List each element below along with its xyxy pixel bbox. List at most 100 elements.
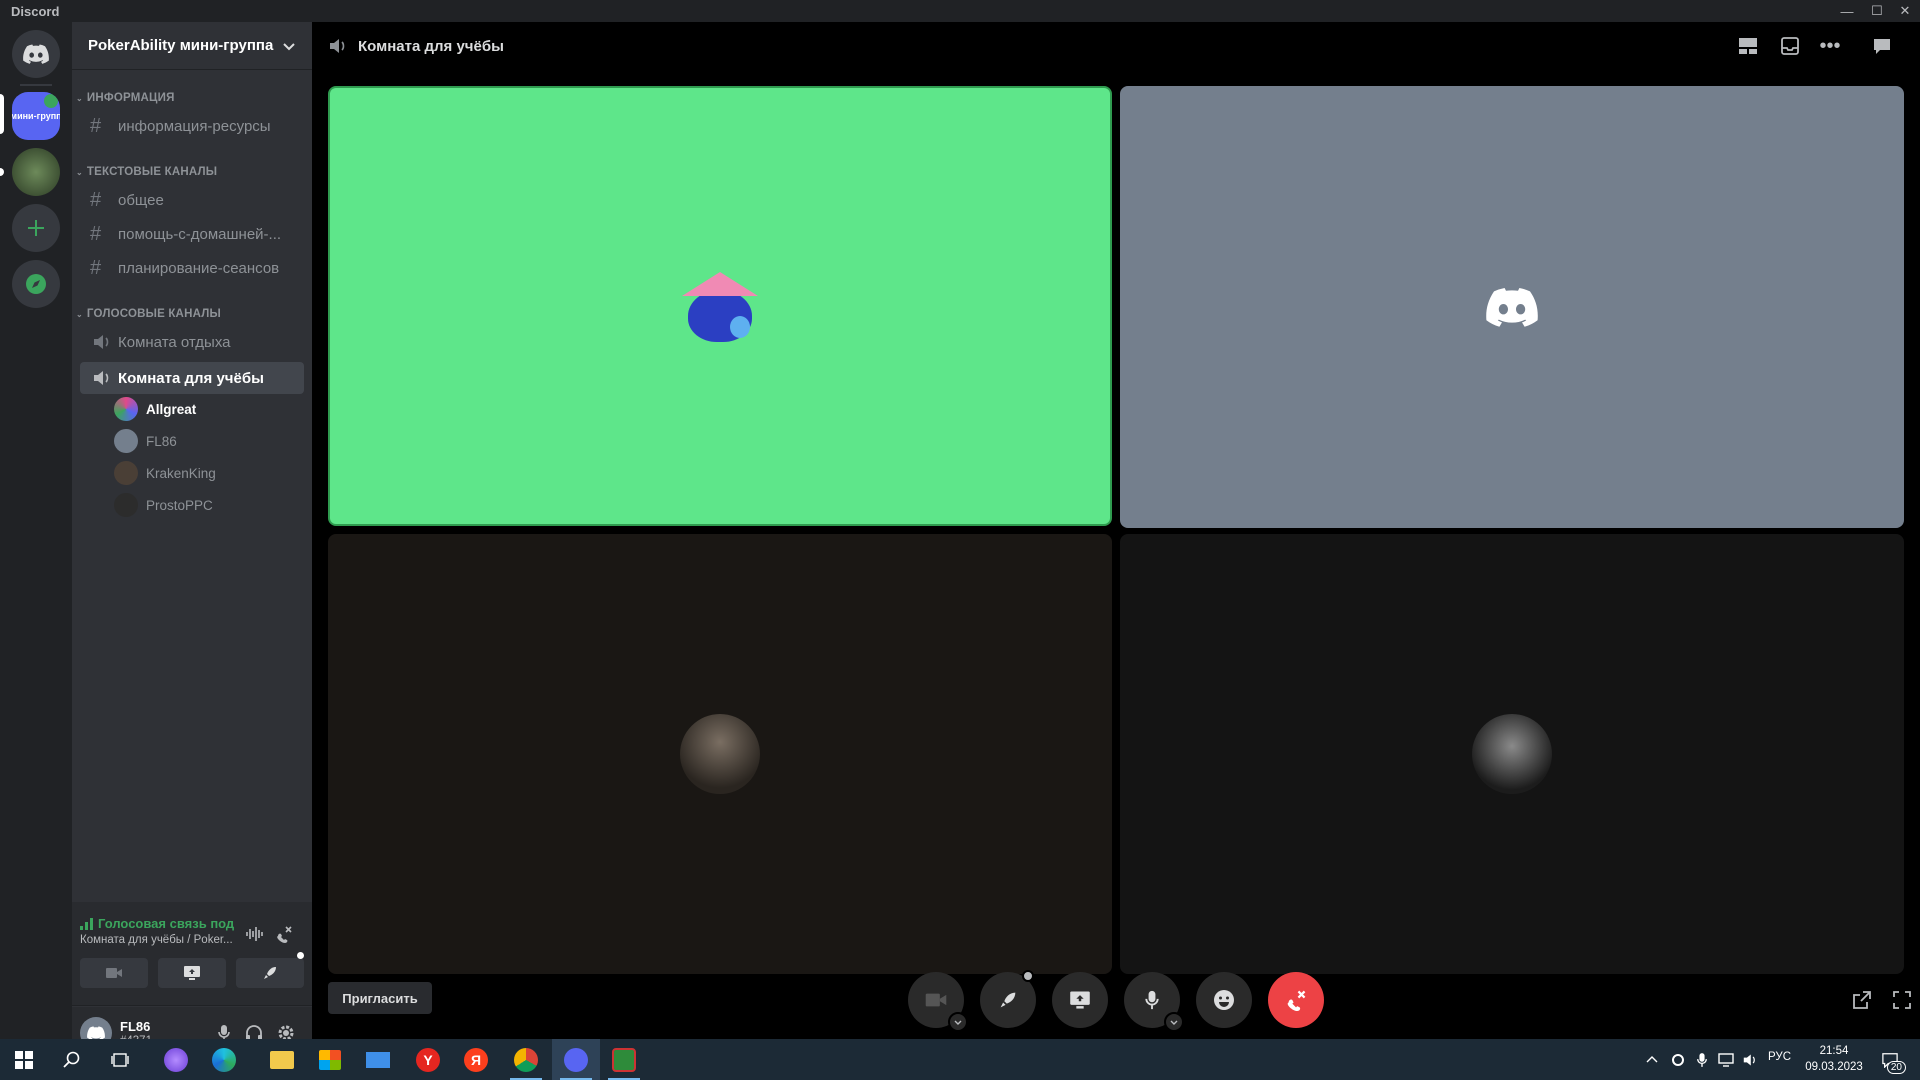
voice-status-text: Голосовая связь под — [98, 916, 235, 931]
home-button[interactable] — [12, 30, 60, 78]
video-tile-fl86[interactable] — [1120, 86, 1904, 528]
voice-user-fl86[interactable]: FL86 — [114, 428, 177, 454]
category-info[interactable]: ⌄ ИНФОРМАЦИЯ — [76, 90, 175, 106]
alice-app-icon[interactable] — [152, 1039, 200, 1080]
volume-icon — [1743, 1054, 1755, 1065]
video-tile-prostoppc[interactable] — [1120, 534, 1904, 974]
input-language-indicator[interactable]: РУС — [1768, 1051, 1791, 1063]
chevron-down-icon: ⌄ — [76, 309, 83, 319]
channel-label: помощь-с-домашней-... — [118, 225, 282, 243]
invite-button[interactable]: Пригласить — [328, 982, 432, 1014]
leave-call-button[interactable] — [1268, 972, 1324, 1028]
discord-app-icon[interactable] — [552, 1039, 600, 1080]
more-options-button[interactable]: ••• — [1818, 34, 1842, 58]
chevron-down-icon[interactable] — [948, 1012, 968, 1032]
voice-status[interactable]: Голосовая связь под — [80, 916, 234, 931]
tray-webcam-icon[interactable] — [1666, 1039, 1690, 1080]
inbox-button[interactable] — [1778, 34, 1802, 58]
minimize-button[interactable]: — — [1832, 0, 1862, 22]
speaker-icon — [94, 371, 109, 385]
tray-network-icon[interactable] — [1714, 1039, 1738, 1080]
chrome-icon — [514, 1047, 538, 1072]
channel-general[interactable]: # общее — [80, 184, 304, 216]
screen-share-icon — [184, 966, 200, 980]
mail-app-icon[interactable] — [354, 1039, 402, 1080]
noise-suppression-button[interactable] — [244, 924, 264, 944]
yandex-browser-app-icon[interactable]: Y — [404, 1039, 452, 1080]
video-tile-krakenking[interactable] — [328, 534, 1112, 974]
mute-toggle-button[interactable] — [1124, 972, 1184, 1032]
window-titlebar: Discord — ☐ ✕ — [0, 0, 1920, 22]
discord-logo-icon — [87, 1026, 105, 1040]
edge-icon — [212, 1047, 236, 1072]
guild-header[interactable]: PokerAbility мини-группа — [72, 22, 312, 70]
show-hidden-icons-button[interactable] — [1640, 1039, 1664, 1080]
add-server-button[interactable] — [12, 204, 60, 252]
activity-launch-button[interactable] — [980, 970, 1036, 1028]
start-button[interactable] — [0, 1039, 48, 1080]
channel-label: общее — [118, 191, 164, 209]
hash-icon: # — [90, 222, 102, 245]
voice-user-prostoppc[interactable]: ProstoPPC — [114, 492, 213, 518]
chrome-app-icon[interactable] — [502, 1039, 550, 1080]
screen-share-button[interactable] — [158, 958, 226, 988]
camera-toggle-button[interactable] — [908, 972, 968, 1032]
store-app-icon[interactable] — [306, 1039, 354, 1080]
share-screen-button[interactable] — [1052, 972, 1108, 1028]
channel-info-resources[interactable]: # информация-ресурсы — [80, 110, 304, 142]
category-text[interactable]: ⌄ ТЕКСТОВЫЕ КАНАЛЫ — [76, 164, 217, 180]
store-icon — [319, 1049, 341, 1070]
avatar — [1472, 714, 1552, 794]
voice-user-allgreat[interactable]: Allgreat — [114, 396, 196, 422]
voice-channel-lounge[interactable]: Комната отдыха — [80, 326, 304, 358]
disconnect-button[interactable] — [274, 924, 294, 944]
poker-app-icon[interactable] — [600, 1039, 648, 1080]
notification-dot — [297, 952, 304, 959]
activity-button[interactable] — [236, 952, 304, 988]
yandex-app-icon[interactable]: Я — [452, 1039, 500, 1080]
voice-user-name: ProstoPPC — [146, 497, 213, 513]
voice-user-krakenking[interactable]: KrakenKing — [114, 460, 216, 486]
ellipsis-icon: ••• — [1819, 35, 1841, 57]
maximize-button[interactable]: ☐ — [1862, 0, 1892, 22]
grid-layout-button[interactable] — [1736, 34, 1760, 58]
channel-label: Комната отдыха — [118, 333, 231, 351]
chevron-down-icon[interactable] — [1164, 1012, 1184, 1032]
camera-button[interactable] — [80, 958, 148, 988]
tray-volume-icon[interactable] — [1738, 1039, 1762, 1080]
channel-label: планирование-сеансов — [118, 259, 280, 277]
chat-toggle-button[interactable] — [1870, 34, 1894, 58]
server-mini-group[interactable]: мини-групп — [12, 92, 60, 140]
voice-channel-study-room[interactable]: Комната для учёбы — [80, 362, 304, 394]
video-tile-allgreat[interactable] — [328, 86, 1112, 526]
channel-session-planning[interactable]: # планирование-сеансов — [80, 252, 304, 284]
server-label: мини-групп — [12, 111, 60, 121]
explorer-app-icon[interactable] — [258, 1039, 306, 1080]
waveform-icon — [246, 927, 263, 941]
fullscreen-button[interactable] — [1890, 988, 1914, 1012]
channel-homework-help[interactable]: # помощь-с-домашней-... — [80, 218, 304, 250]
avatar — [114, 461, 138, 485]
notification-center-button[interactable]: 20 — [1870, 1039, 1910, 1080]
soundboard-button[interactable] — [1196, 972, 1252, 1028]
system-clock[interactable]: 21:54 09.03.2023 — [1794, 1043, 1874, 1075]
avatar — [680, 714, 760, 794]
category-label: ИНФОРМАЦИЯ — [86, 92, 175, 104]
discord-logo-icon — [1486, 288, 1538, 327]
edge-app-icon[interactable] — [200, 1039, 248, 1080]
close-button[interactable]: ✕ — [1890, 0, 1920, 22]
tray-microphone-icon[interactable] — [1690, 1039, 1714, 1080]
category-voice[interactable]: ⌄ ГОЛОСОВЫЕ КАНАЛЫ — [76, 306, 221, 322]
phone-hangup-icon — [1287, 990, 1306, 1011]
plus-icon — [28, 220, 44, 236]
avatar — [114, 429, 138, 453]
search-button[interactable] — [48, 1039, 96, 1080]
explore-servers-button[interactable] — [12, 260, 60, 308]
voice-channel-path[interactable]: Комната для учёбы / Poker... — [80, 934, 233, 946]
server-soldier[interactable] — [12, 148, 60, 196]
rail-divider — [20, 84, 52, 86]
fullscreen-icon — [1893, 991, 1911, 1009]
popout-button[interactable] — [1850, 988, 1874, 1012]
task-view-button[interactable] — [96, 1039, 144, 1080]
guild-name: PokerAbility мини-группа — [88, 37, 274, 54]
